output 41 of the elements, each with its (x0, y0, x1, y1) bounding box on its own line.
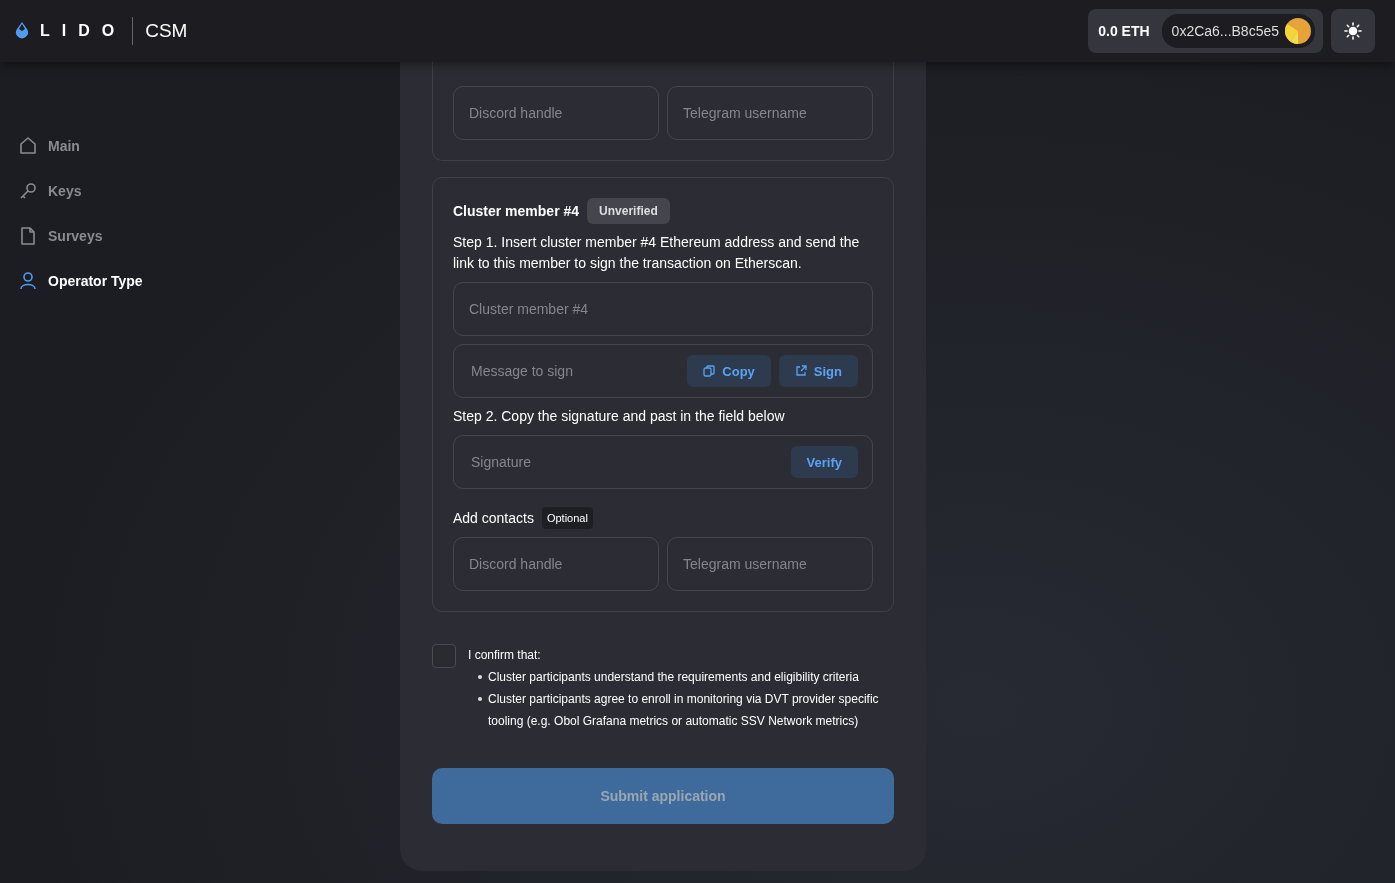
input-field[interactable]: Discord handle (453, 537, 659, 591)
card-title: Cluster member #4 (453, 203, 580, 219)
external-link-icon (794, 365, 807, 377)
input-field[interactable]: Telegram username (667, 86, 873, 140)
document-icon (18, 226, 38, 246)
avatar-icon (1285, 18, 1311, 44)
wallet-button[interactable]: 0.0 ETH 0x2Ca6...B8c5e5 (1088, 9, 1323, 53)
sidebar-item[interactable]: Operator Type (0, 271, 400, 291)
product-name: CSM (145, 20, 188, 42)
confirm-point-text: Cluster participants understand the requirements and eligibility criteria (488, 669, 859, 686)
optional-tag: Optional (541, 507, 593, 529)
sidebar-item[interactable]: Main (0, 136, 400, 156)
section-label: Add contacts (453, 510, 534, 526)
message-input-field[interactable]: Message to sign Copy Sign (453, 344, 873, 398)
status-badge: Unverified (587, 198, 670, 224)
house-icon (18, 136, 38, 156)
address-input-field[interactable]: Cluster member #4 (453, 282, 873, 336)
sun-icon (1344, 22, 1362, 40)
key-icon (18, 181, 38, 201)
sign-button[interactable]: Sign (778, 355, 858, 387)
instruction-text: Step 2. Copy the signature and past in the field below (453, 407, 786, 426)
confirm-point-text: Cluster participants agree to enroll in monitoring via DVT provider specific tooling (e.g. Obol Grafana metrics or automatic SSV Network metrics) (488, 691, 880, 730)
signature-input-field[interactable]: Signature Verify (453, 435, 873, 489)
input-field[interactable]: Discord handle (453, 86, 659, 140)
instruction-text: Step 1. Insert cluster member #4 Ethereum address and send the link to this member to sign the transaction on Etherscan. (453, 233, 861, 273)
theme-toggle-button[interactable] (1331, 9, 1375, 53)
copy-button[interactable]: Copy (687, 355, 771, 387)
confirm-label: I confirm that: (468, 647, 542, 664)
person-icon (18, 271, 38, 291)
address-text: 0x2Ca6...B8c5e5 (1171, 23, 1279, 39)
logo-text: LIDO (40, 22, 127, 40)
bullet-icon (478, 675, 482, 679)
sidebar-item[interactable]: Surveys (0, 226, 400, 246)
copy-icon (703, 365, 716, 377)
checkbox[interactable] (432, 644, 456, 668)
drop-logo-icon (14, 21, 30, 41)
sidebar-item[interactable]: Keys (0, 181, 400, 201)
verify-button[interactable]: Verify (790, 446, 858, 478)
input-field[interactable]: Telegram username (667, 537, 873, 591)
bullet-icon (478, 697, 482, 701)
balance-text: 0.0 ETH (1098, 23, 1150, 39)
